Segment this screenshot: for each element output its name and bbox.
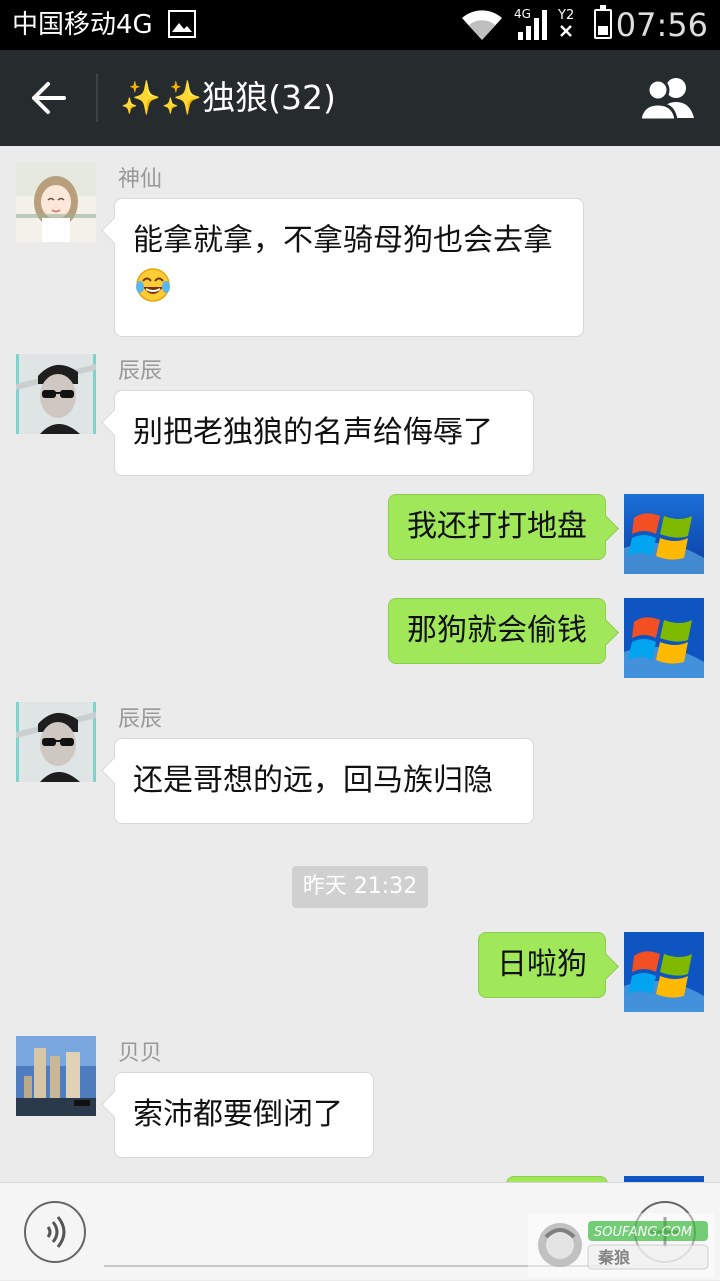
sender-name: 辰辰 — [118, 359, 163, 384]
battery-level-fill — [598, 26, 608, 35]
chat-title-bar: ✨✨独狼(32) — [0, 50, 720, 146]
back-arrow-icon — [32, 82, 66, 114]
title-divider — [96, 74, 98, 122]
anime-girl-avatar[interactable] — [16, 162, 96, 242]
incoming-message-bubble[interactable]: 别把老独狼的名声给侮辱了 — [114, 390, 534, 476]
message-text: 我还打打地盘 — [407, 509, 587, 544]
message-list[interactable]: 神仙 能拿就拿，不拿骑母狗也会去拿 辰辰 别把老独狼的名声给侮辱了 我还打打地盘… — [0, 146, 720, 1182]
message-text: 索沛都要倒闭了 — [133, 1097, 343, 1132]
sender-name: 辰辰 — [118, 707, 163, 732]
sim-slot-label: Y2 — [557, 8, 574, 23]
svg-text:SOUFANG.COM: SOUFANG.COM — [594, 1225, 692, 1240]
outgoing-message-bubble[interactable]: 日啦狗 — [478, 932, 606, 998]
message-text: 别把老独狼的名声给侮辱了 — [133, 415, 493, 450]
message-text: 那狗就会偷钱 — [407, 613, 587, 648]
status-bar: 中国移动4G 4G Y2 07:56 — [0, 0, 720, 50]
windows-logo-avatar[interactable] — [624, 494, 704, 574]
timestamp-divider: 昨天 21:32 — [292, 866, 428, 908]
group-people-icon — [638, 78, 694, 122]
laughing-tears-emoji-icon — [135, 267, 171, 320]
carrier-label: 中国移动4G — [12, 10, 153, 40]
outgoing-message-bubble[interactable]: 那狗就会偷钱 — [388, 598, 606, 664]
incoming-message-bubble[interactable]: 能拿就拿，不拿骑母狗也会去拿 — [114, 198, 584, 337]
incoming-message-bubble[interactable]: 索沛都要倒闭了 — [114, 1072, 374, 1158]
sunglasses-man-avatar[interactable] — [16, 702, 96, 782]
network-type-label: 4G — [514, 7, 531, 21]
voice-input-button[interactable] — [24, 1201, 86, 1263]
city-skyline-avatar[interactable] — [16, 1036, 96, 1116]
message-text: 日啦狗 — [497, 947, 587, 982]
voice-wave-icon — [46, 1216, 66, 1248]
sim-card-icon: Y2 — [556, 6, 584, 46]
incoming-message-bubble[interactable]: 还是哥想的远，回马族归隐 — [114, 738, 534, 824]
windows-logo-avatar[interactable] — [624, 598, 704, 678]
windows-logo-avatar[interactable] — [624, 932, 704, 1012]
back-button[interactable] — [14, 68, 84, 128]
outgoing-message-bubble[interactable]: 我还打打地盘 — [388, 494, 606, 560]
wifi-icon — [460, 8, 504, 46]
sunglasses-man-avatar[interactable] — [16, 354, 96, 434]
group-members-button[interactable] — [638, 74, 696, 122]
message-text: 能拿就拿，不拿骑母狗也会去拿 — [133, 223, 553, 258]
sender-name: 贝贝 — [118, 1041, 163, 1066]
svg-text:秦狼: 秦狼 — [597, 1248, 630, 1267]
battery-icon — [594, 5, 612, 39]
chat-input-bar: SOUFANG.COM 秦狼 — [0, 1182, 720, 1280]
gallery-notification-icon — [168, 10, 196, 38]
message-text: 还是哥想的远，回马族归隐 — [133, 763, 493, 798]
group-chat-title: ✨✨独狼(32) — [120, 78, 336, 117]
status-clock: 07:56 — [615, 6, 708, 44]
sender-name: 神仙 — [118, 167, 163, 192]
cellular-signal-icon: 4G — [514, 6, 554, 46]
site-watermark-logo: SOUFANG.COM 秦狼 — [528, 1213, 714, 1277]
